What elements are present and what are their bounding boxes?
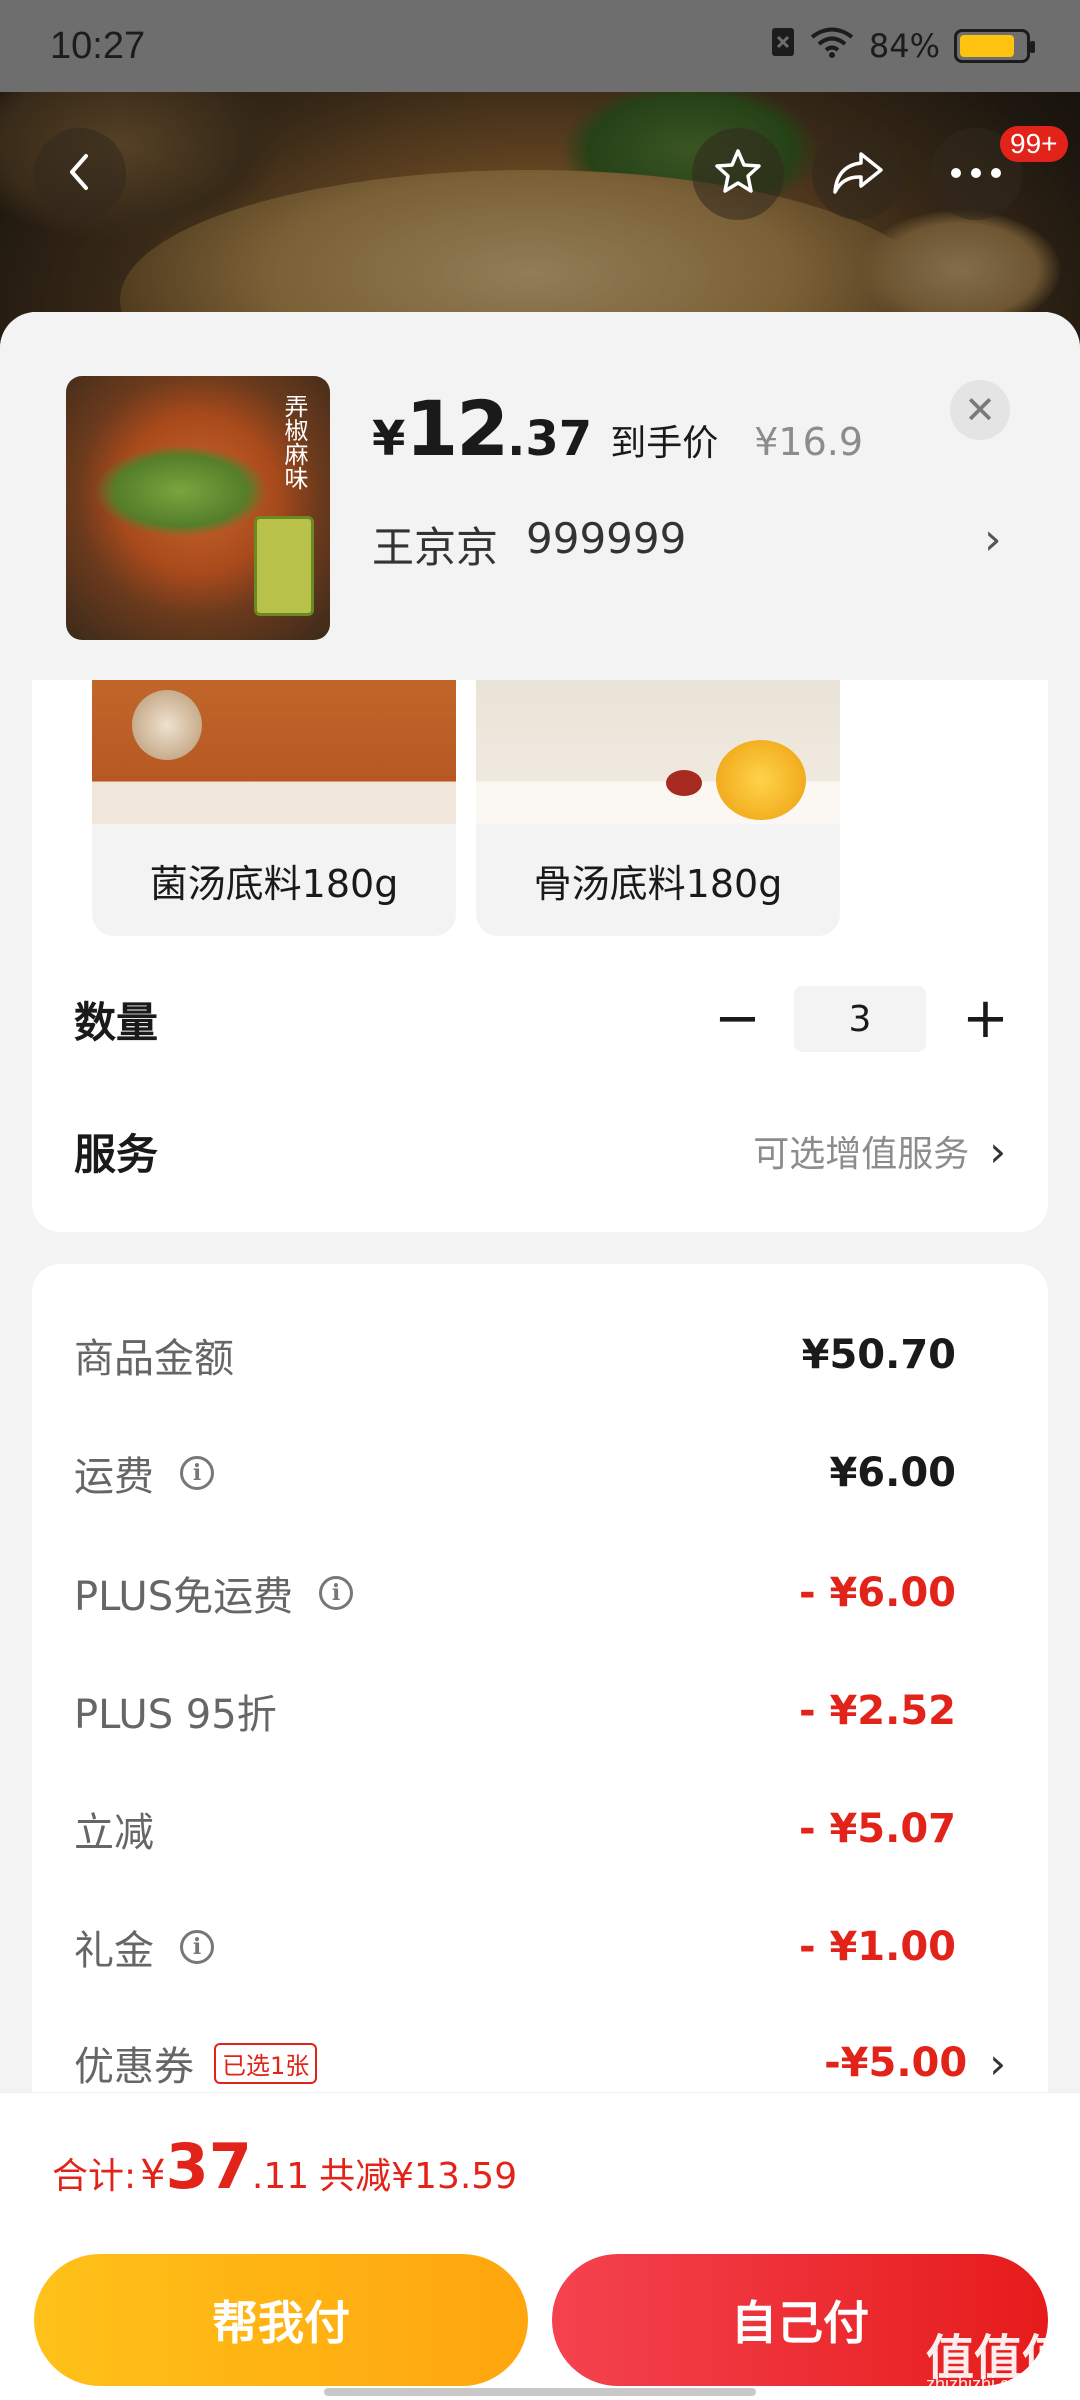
peppers-decor [96,446,266,536]
total-label: 合计: [52,2156,137,2197]
close-button[interactable]: ✕ [950,380,1010,440]
cost-value: - ¥2.52 [798,1688,956,1734]
address-name: 王京京 [372,523,499,572]
star-icon [712,146,764,202]
more-dots-icon [948,165,1004,184]
product-thumbnail: 弄椒麻味 [66,376,330,640]
cost-value: - ¥1.00 [798,1924,956,1970]
status-time: 10:27 [50,24,146,67]
service-row[interactable]: 服务 可选增值服务 › [74,1118,1006,1184]
friend-pay-button[interactable]: 帮我付 [34,2254,528,2386]
back-button[interactable] [34,128,126,220]
mushroom-decor [132,690,202,760]
corn-decor [716,740,806,820]
share-button[interactable] [812,128,904,220]
status-bar: 10:27 84% [0,0,1080,92]
cost-label: 礼金 [74,1928,154,1974]
total-integer: 37 [165,2130,252,2203]
quantity-input[interactable]: 3 [794,986,926,1052]
close-icon: ✕ [964,388,996,432]
option-card[interactable]: 骨汤底料180g [476,680,840,936]
cost-row: 商品金额 ¥50.70 [74,1326,956,1384]
cost-label: 立减 [74,1810,154,1856]
cost-value: ¥50.70 [801,1332,956,1378]
address-number: 999999 [526,514,687,563]
option-label: 菌汤底料180g [149,861,399,906]
chevron-right-icon: › [989,2038,1006,2088]
decrease-button[interactable]: − [714,991,761,1047]
price-decimal: .37 [507,411,593,467]
option-label: 骨汤底料180g [533,861,783,906]
chevron-right-icon[interactable]: › [984,514,1002,565]
share-icon [831,148,885,200]
cost-row: PLUS免运费 i - ¥6.00 [74,1564,956,1622]
home-indicator[interactable] [324,2388,756,2396]
sim-icon [771,27,795,65]
thumbnail-calligraphy: 弄椒麻味 [280,394,308,490]
package-decor [254,516,314,616]
cost-row: PLUS 95折 - ¥2.52 [74,1682,956,1740]
coupon-value: -¥5.00 [824,2040,968,2086]
info-icon[interactable]: i [319,1576,354,1610]
service-label: 服务 [74,1129,159,1179]
quantity-stepper: − 3 + [714,986,1009,1052]
total-savings: 共减¥13.59 [319,2156,518,2197]
chevron-right-icon: › [989,1126,1006,1176]
info-icon[interactable]: i [180,1456,214,1490]
wifi-icon [809,26,855,66]
quantity-label: 数量 [74,997,159,1047]
total-summary: 合计: ¥ 37 .11 共减¥13.59 [52,2130,517,2203]
original-price: ¥16.9 [754,420,864,464]
cost-label: 商品金额 [74,1336,234,1382]
quantity-row: 数量 − 3 + [74,986,1009,1052]
option-image [92,680,456,824]
cost-row: 立减 - ¥5.07 [74,1800,956,1858]
coupon-row[interactable]: 优惠券 已选1张 -¥5.00 › [74,2034,1006,2092]
address-selector[interactable]: 王京京 999999 [372,514,686,575]
increase-button[interactable]: + [962,991,1009,1047]
option-card[interactable]: 菌汤底料180g [92,680,456,936]
coupon-label: 优惠券 [74,2044,194,2090]
cost-row: 运费 i ¥6.00 [74,1444,956,1502]
total-decimal: .11 [251,2156,310,2197]
price-symbol: ¥ [372,411,406,467]
cost-label: 运费 [74,1454,154,1500]
cost-label: PLUS 95折 [74,1692,277,1738]
battery-percent: 84% [868,27,940,65]
message-count-badge: 99+ [1000,126,1068,162]
price-block: ¥ 12 .37 到手价 ¥16.9 [372,384,863,473]
favorite-button[interactable] [692,128,784,220]
cost-value: - ¥5.07 [798,1806,956,1852]
total-symbol: ¥ [140,2152,166,2198]
watermark-url: zhizhizhi.com [926,2374,1035,2394]
cost-label: PLUS免运费 [74,1574,294,1620]
price-label: 到手价 [610,423,719,464]
option-image [476,680,840,824]
cost-row: 礼金 i - ¥1.00 [74,1918,956,1976]
price-integer: 12 [405,384,509,473]
info-icon[interactable]: i [180,1930,214,1964]
cost-value: - ¥6.00 [798,1570,956,1616]
coupon-tag: 已选1张 [214,2042,318,2084]
cost-value: ¥6.00 [829,1450,956,1496]
service-value: 可选增值服务 [753,1134,970,1175]
chevron-left-icon [60,150,100,198]
battery-icon [954,29,1035,63]
date-decor [666,770,702,796]
